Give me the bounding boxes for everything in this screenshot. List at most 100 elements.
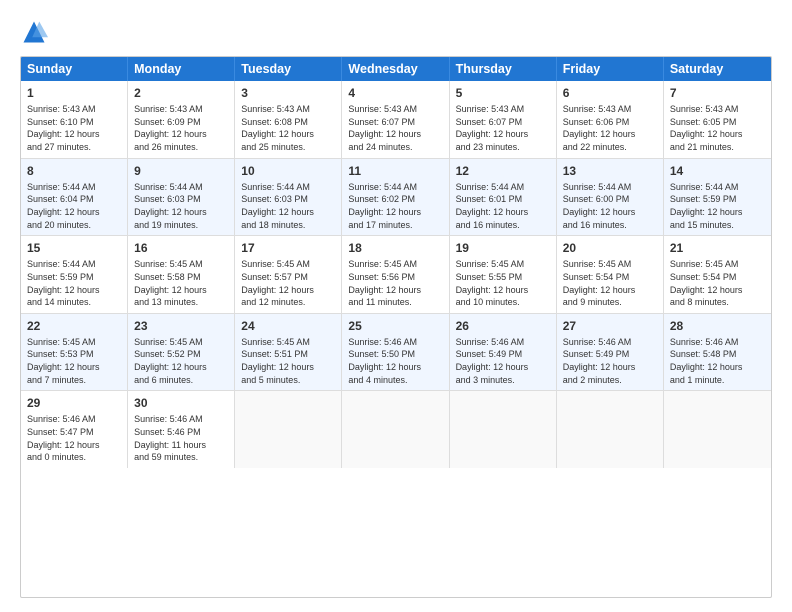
calendar-header: SundayMondayTuesdayWednesdayThursdayFrid… — [21, 57, 771, 81]
calendar-cell: 4 Sunrise: 5:43 AMSunset: 6:07 PMDaylight… — [342, 81, 449, 158]
day-info: Sunrise: 5:43 AMSunset: 6:05 PMDaylight:… — [670, 103, 765, 153]
calendar-cell: 10Sunrise: 5:44 AMSunset: 6:03 PMDayligh… — [235, 159, 342, 236]
day-number: 19 — [456, 240, 550, 256]
day-info: Sunrise: 5:45 AMSunset: 5:55 PMDaylight:… — [456, 258, 550, 308]
calendar-cell — [342, 391, 449, 468]
day-number: 30 — [134, 395, 228, 411]
day-number: 24 — [241, 318, 335, 334]
calendar-cell: 27 Sunrise: 5:46 AMSunset: 5:49 PMDayligh… — [557, 314, 664, 391]
day-number: 29 — [27, 395, 121, 411]
logo-icon — [20, 18, 48, 46]
header-day-tuesday: Tuesday — [235, 57, 342, 81]
calendar-row: 8 Sunrise: 5:44 AMSunset: 6:04 PMDaylight… — [21, 159, 771, 237]
calendar-cell: 23Sunrise: 5:45 AMSunset: 5:52 PMDayligh… — [128, 314, 235, 391]
day-info: Sunrise: 5:44 AMSunset: 5:59 PMDaylight:… — [27, 258, 121, 308]
calendar: SundayMondayTuesdayWednesdayThursdayFrid… — [20, 56, 772, 598]
calendar-cell: 29 Sunrise: 5:46 AMSunset: 5:47 PMDayligh… — [21, 391, 128, 468]
day-info: Sunrise: 5:45 AMSunset: 5:51 PMDaylight:… — [241, 336, 335, 386]
day-number: 8 — [27, 163, 121, 179]
day-info: Sunrise: 5:45 AMSunset: 5:56 PMDaylight:… — [348, 258, 442, 308]
calendar-body: 1 Sunrise: 5:43 AMSunset: 6:10 PMDaylight… — [21, 81, 771, 468]
day-info: Sunrise: 5:43 AMSunset: 6:08 PMDaylight:… — [241, 103, 335, 153]
calendar-cell: 1 Sunrise: 5:43 AMSunset: 6:10 PMDaylight… — [21, 81, 128, 158]
calendar-cell: 9 Sunrise: 5:44 AMSunset: 6:03 PMDaylight… — [128, 159, 235, 236]
calendar-cell: 13 Sunrise: 5:44 AMSunset: 6:00 PMDayligh… — [557, 159, 664, 236]
calendar-cell: 21 Sunrise: 5:45 AMSunset: 5:54 PMDayligh… — [664, 236, 771, 313]
day-info: Sunrise: 5:46 AMSunset: 5:50 PMDaylight:… — [348, 336, 442, 386]
day-info: Sunrise: 5:43 AMSunset: 6:09 PMDaylight:… — [134, 103, 228, 153]
header — [20, 18, 772, 46]
calendar-cell: 15 Sunrise: 5:44 AMSunset: 5:59 PMDayligh… — [21, 236, 128, 313]
day-info: Sunrise: 5:45 AMSunset: 5:57 PMDaylight:… — [241, 258, 335, 308]
calendar-cell: 11Sunrise: 5:44 AMSunset: 6:02 PMDayligh… — [342, 159, 449, 236]
day-info: Sunrise: 5:44 AMSunset: 6:00 PMDaylight:… — [563, 181, 657, 231]
day-number: 3 — [241, 85, 335, 101]
calendar-cell: 30 Sunrise: 5:46 AMSunset: 5:46 PMDayligh… — [128, 391, 235, 468]
day-info: Sunrise: 5:43 AMSunset: 6:07 PMDaylight:… — [456, 103, 550, 153]
calendar-row: 29 Sunrise: 5:46 AMSunset: 5:47 PMDayligh… — [21, 391, 771, 468]
day-number: 25 — [348, 318, 442, 334]
day-number: 18 — [348, 240, 442, 256]
logo — [20, 18, 52, 46]
header-day-saturday: Saturday — [664, 57, 771, 81]
day-number: 1 — [27, 85, 121, 101]
day-number: 23 — [134, 318, 228, 334]
header-day-sunday: Sunday — [21, 57, 128, 81]
day-number: 20 — [563, 240, 657, 256]
day-info: Sunrise: 5:46 AMSunset: 5:46 PMDaylight:… — [134, 413, 228, 463]
calendar-cell — [235, 391, 342, 468]
calendar-row: 15 Sunrise: 5:44 AMSunset: 5:59 PMDayligh… — [21, 236, 771, 314]
calendar-row: 22Sunrise: 5:45 AMSunset: 5:53 PMDayligh… — [21, 314, 771, 392]
day-number: 15 — [27, 240, 121, 256]
calendar-row: 1 Sunrise: 5:43 AMSunset: 6:10 PMDaylight… — [21, 81, 771, 159]
day-info: Sunrise: 5:43 AMSunset: 6:06 PMDaylight:… — [563, 103, 657, 153]
day-number: 14 — [670, 163, 765, 179]
calendar-cell: 24 Sunrise: 5:45 AMSunset: 5:51 PMDayligh… — [235, 314, 342, 391]
day-number: 9 — [134, 163, 228, 179]
calendar-cell: 2 Sunrise: 5:43 AMSunset: 6:09 PMDaylight… — [128, 81, 235, 158]
day-info: Sunrise: 5:45 AMSunset: 5:54 PMDaylight:… — [563, 258, 657, 308]
calendar-cell — [450, 391, 557, 468]
calendar-cell: 17Sunrise: 5:45 AMSunset: 5:57 PMDayligh… — [235, 236, 342, 313]
day-number: 10 — [241, 163, 335, 179]
header-day-thursday: Thursday — [450, 57, 557, 81]
day-info: Sunrise: 5:43 AMSunset: 6:10 PMDaylight:… — [27, 103, 121, 153]
calendar-cell: 3 Sunrise: 5:43 AMSunset: 6:08 PMDaylight… — [235, 81, 342, 158]
calendar-cell: 22Sunrise: 5:45 AMSunset: 5:53 PMDayligh… — [21, 314, 128, 391]
day-info: Sunrise: 5:45 AMSunset: 5:58 PMDaylight:… — [134, 258, 228, 308]
calendar-cell: 5 Sunrise: 5:43 AMSunset: 6:07 PMDaylight… — [450, 81, 557, 158]
day-info: Sunrise: 5:46 AMSunset: 5:49 PMDaylight:… — [563, 336, 657, 386]
day-number: 21 — [670, 240, 765, 256]
day-number: 4 — [348, 85, 442, 101]
day-number: 2 — [134, 85, 228, 101]
day-number: 6 — [563, 85, 657, 101]
day-info: Sunrise: 5:44 AMSunset: 6:04 PMDaylight:… — [27, 181, 121, 231]
calendar-cell: 6 Sunrise: 5:43 AMSunset: 6:06 PMDaylight… — [557, 81, 664, 158]
day-number: 27 — [563, 318, 657, 334]
day-info: Sunrise: 5:43 AMSunset: 6:07 PMDaylight:… — [348, 103, 442, 153]
day-info: Sunrise: 5:45 AMSunset: 5:53 PMDaylight:… — [27, 336, 121, 386]
day-number: 7 — [670, 85, 765, 101]
calendar-cell: 14 Sunrise: 5:44 AMSunset: 5:59 PMDayligh… — [664, 159, 771, 236]
header-day-wednesday: Wednesday — [342, 57, 449, 81]
calendar-cell: 12Sunrise: 5:44 AMSunset: 6:01 PMDayligh… — [450, 159, 557, 236]
day-number: 5 — [456, 85, 550, 101]
day-number: 16 — [134, 240, 228, 256]
calendar-cell: 8 Sunrise: 5:44 AMSunset: 6:04 PMDaylight… — [21, 159, 128, 236]
day-info: Sunrise: 5:45 AMSunset: 5:54 PMDaylight:… — [670, 258, 765, 308]
calendar-cell: 20 Sunrise: 5:45 AMSunset: 5:54 PMDayligh… — [557, 236, 664, 313]
day-info: Sunrise: 5:44 AMSunset: 6:01 PMDaylight:… — [456, 181, 550, 231]
day-info: Sunrise: 5:46 AMSunset: 5:49 PMDaylight:… — [456, 336, 550, 386]
calendar-cell: 7 Sunrise: 5:43 AMSunset: 6:05 PMDaylight… — [664, 81, 771, 158]
day-info: Sunrise: 5:46 AMSunset: 5:47 PMDaylight:… — [27, 413, 121, 463]
calendar-cell: 26Sunrise: 5:46 AMSunset: 5:49 PMDayligh… — [450, 314, 557, 391]
day-number: 13 — [563, 163, 657, 179]
calendar-cell: 19 Sunrise: 5:45 AMSunset: 5:55 PMDayligh… — [450, 236, 557, 313]
page: SundayMondayTuesdayWednesdayThursdayFrid… — [0, 0, 792, 612]
day-info: Sunrise: 5:44 AMSunset: 5:59 PMDaylight:… — [670, 181, 765, 231]
day-info: Sunrise: 5:44 AMSunset: 6:03 PMDaylight:… — [134, 181, 228, 231]
header-day-friday: Friday — [557, 57, 664, 81]
calendar-cell: 28Sunrise: 5:46 AMSunset: 5:48 PMDayligh… — [664, 314, 771, 391]
calendar-cell: 18 Sunrise: 5:45 AMSunset: 5:56 PMDayligh… — [342, 236, 449, 313]
day-info: Sunrise: 5:46 AMSunset: 5:48 PMDaylight:… — [670, 336, 765, 386]
